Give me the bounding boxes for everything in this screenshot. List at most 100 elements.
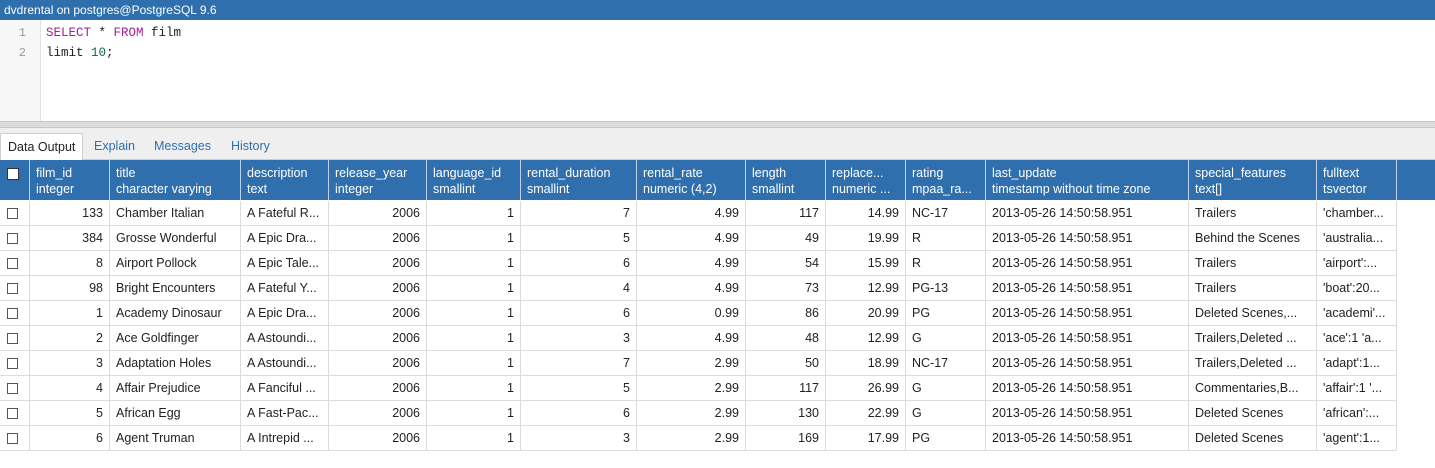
cell-film-id[interactable]: 2 — [30, 326, 110, 350]
cell-rental-duration[interactable]: 7 — [521, 351, 637, 375]
table-row[interactable]: 1 Academy Dinosaur A Epic Dra... 2006 1 6 0.99… — [0, 301, 1397, 326]
cell-replacement-cost[interactable]: 12.99 — [826, 326, 906, 350]
cell-last-update[interactable]: 2013-05-26 14:50:58.951 — [986, 251, 1189, 275]
cell-title[interactable]: Bright Encounters — [110, 276, 241, 300]
cell-description[interactable]: A Epic Dra... — [241, 226, 329, 250]
cell-description[interactable]: A Intrepid ... — [241, 426, 329, 450]
cell-special-features[interactable]: Behind the Scenes — [1189, 226, 1317, 250]
table-row[interactable]: 2 Ace Goldfinger A Astoundi... 2006 1 3 4.99 48… — [0, 326, 1397, 351]
cell-rating[interactable]: G — [906, 401, 986, 425]
cell-release-year[interactable]: 2006 — [329, 251, 427, 275]
cell-film-id[interactable]: 5 — [30, 401, 110, 425]
row-checkbox[interactable] — [7, 258, 18, 269]
cell-replacement-cost[interactable]: 19.99 — [826, 226, 906, 250]
tab-data-output[interactable]: Data Output — [0, 133, 84, 160]
cell-replacement-cost[interactable]: 20.99 — [826, 301, 906, 325]
cell-release-year[interactable]: 2006 — [329, 426, 427, 450]
cell-rental-rate[interactable]: 4.99 — [637, 226, 746, 250]
table-row[interactable]: 98 Bright Encounters A Fateful Y... 2006 1 4 4… — [0, 276, 1397, 301]
cell-title[interactable]: Affair Prejudice — [110, 376, 241, 400]
cell-replacement-cost[interactable]: 18.99 — [826, 351, 906, 375]
cell-language-id[interactable]: 1 — [427, 251, 521, 275]
cell-length[interactable]: 48 — [746, 326, 826, 350]
cell-replacement-cost[interactable]: 26.99 — [826, 376, 906, 400]
cell-language-id[interactable]: 1 — [427, 426, 521, 450]
cell-fulltext[interactable]: 'agent':1... — [1317, 426, 1397, 450]
cell-language-id[interactable]: 1 — [427, 351, 521, 375]
cell-last-update[interactable]: 2013-05-26 14:50:58.951 — [986, 426, 1189, 450]
cell-length[interactable]: 49 — [746, 226, 826, 250]
cell-rental-duration[interactable]: 3 — [521, 426, 637, 450]
column-header-rental-duration[interactable]: rental_duration smallint — [521, 160, 637, 200]
cell-fulltext[interactable]: 'chamber... — [1317, 201, 1397, 225]
row-checkbox[interactable] — [7, 358, 18, 369]
cell-release-year[interactable]: 2006 — [329, 201, 427, 225]
cell-rental-rate[interactable]: 4.99 — [637, 276, 746, 300]
cell-fulltext[interactable]: 'affair':1 '... — [1317, 376, 1397, 400]
cell-film-id[interactable]: 1 — [30, 301, 110, 325]
table-row[interactable]: 5 African Egg A Fast-Pac... 2006 1 6 2.99 130 22… — [0, 401, 1397, 426]
column-header-replacement-cost[interactable]: replace... numeric ... — [826, 160, 906, 200]
cell-length[interactable]: 73 — [746, 276, 826, 300]
cell-last-update[interactable]: 2013-05-26 14:50:58.951 — [986, 376, 1189, 400]
cell-description[interactable]: A Astoundi... — [241, 326, 329, 350]
cell-special-features[interactable]: Trailers,Deleted ... — [1189, 351, 1317, 375]
cell-film-id[interactable]: 133 — [30, 201, 110, 225]
cell-title[interactable]: Adaptation Holes — [110, 351, 241, 375]
cell-special-features[interactable]: Trailers,Deleted ... — [1189, 326, 1317, 350]
row-checkbox[interactable] — [7, 433, 18, 444]
cell-length[interactable]: 169 — [746, 426, 826, 450]
cell-description[interactable]: A Fast-Pac... — [241, 401, 329, 425]
cell-release-year[interactable]: 2006 — [329, 226, 427, 250]
cell-fulltext[interactable]: 'african':... — [1317, 401, 1397, 425]
cell-fulltext[interactable]: 'boat':20... — [1317, 276, 1397, 300]
cell-title[interactable]: Ace Goldfinger — [110, 326, 241, 350]
cell-rental-duration[interactable]: 5 — [521, 376, 637, 400]
table-row[interactable]: 133 Chamber Italian A Fateful R... 2006 1 7 4.… — [0, 201, 1397, 226]
cell-rental-duration[interactable]: 6 — [521, 401, 637, 425]
cell-last-update[interactable]: 2013-05-26 14:50:58.951 — [986, 351, 1189, 375]
cell-description[interactable]: A Fanciful ... — [241, 376, 329, 400]
cell-title[interactable]: Agent Truman — [110, 426, 241, 450]
cell-special-features[interactable]: Trailers — [1189, 251, 1317, 275]
column-header-language-id[interactable]: language_id smallint — [427, 160, 521, 200]
table-row[interactable]: 384 Grosse Wonderful A Epic Dra... 2006 1 5 4.… — [0, 226, 1397, 251]
row-checkbox[interactable] — [7, 283, 18, 294]
cell-rating[interactable]: G — [906, 326, 986, 350]
cell-rental-duration[interactable]: 3 — [521, 326, 637, 350]
cell-title[interactable]: Grosse Wonderful — [110, 226, 241, 250]
row-checkbox[interactable] — [7, 308, 18, 319]
pane-splitter[interactable] — [0, 121, 1435, 128]
cell-rental-rate[interactable]: 2.99 — [637, 376, 746, 400]
cell-language-id[interactable]: 1 — [427, 301, 521, 325]
cell-description[interactable]: A Epic Tale... — [241, 251, 329, 275]
cell-language-id[interactable]: 1 — [427, 376, 521, 400]
cell-fulltext[interactable]: 'adapt':1... — [1317, 351, 1397, 375]
cell-title[interactable]: Chamber Italian — [110, 201, 241, 225]
cell-release-year[interactable]: 2006 — [329, 276, 427, 300]
cell-replacement-cost[interactable]: 14.99 — [826, 201, 906, 225]
cell-title[interactable]: Academy Dinosaur — [110, 301, 241, 325]
column-header-rental-rate[interactable]: rental_rate numeric (4,2) — [637, 160, 746, 200]
table-row[interactable]: 8 Airport Pollock A Epic Tale... 2006 1 6 4.99… — [0, 251, 1397, 276]
column-header-film-id[interactable]: film_id integer — [30, 160, 110, 200]
cell-replacement-cost[interactable]: 12.99 — [826, 276, 906, 300]
cell-rental-rate[interactable]: 4.99 — [637, 251, 746, 275]
cell-last-update[interactable]: 2013-05-26 14:50:58.951 — [986, 201, 1189, 225]
table-row[interactable]: 3 Adaptation Holes A Astoundi... 2006 1 7 2.99… — [0, 351, 1397, 376]
cell-rental-duration[interactable]: 4 — [521, 276, 637, 300]
cell-rental-rate[interactable]: 2.99 — [637, 401, 746, 425]
cell-description[interactable]: A Fateful R... — [241, 201, 329, 225]
row-checkbox[interactable] — [7, 208, 18, 219]
cell-length[interactable]: 117 — [746, 376, 826, 400]
cell-description[interactable]: A Epic Dra... — [241, 301, 329, 325]
cell-special-features[interactable]: Trailers — [1189, 201, 1317, 225]
cell-fulltext[interactable]: 'academi'... — [1317, 301, 1397, 325]
cell-replacement-cost[interactable]: 17.99 — [826, 426, 906, 450]
cell-language-id[interactable]: 1 — [427, 401, 521, 425]
code-line-1[interactable]: SELECT * FROM film — [46, 26, 181, 40]
row-checkbox[interactable] — [7, 383, 18, 394]
cell-rating[interactable]: NC-17 — [906, 201, 986, 225]
cell-last-update[interactable]: 2013-05-26 14:50:58.951 — [986, 326, 1189, 350]
column-header-release-year[interactable]: release_year integer — [329, 160, 427, 200]
